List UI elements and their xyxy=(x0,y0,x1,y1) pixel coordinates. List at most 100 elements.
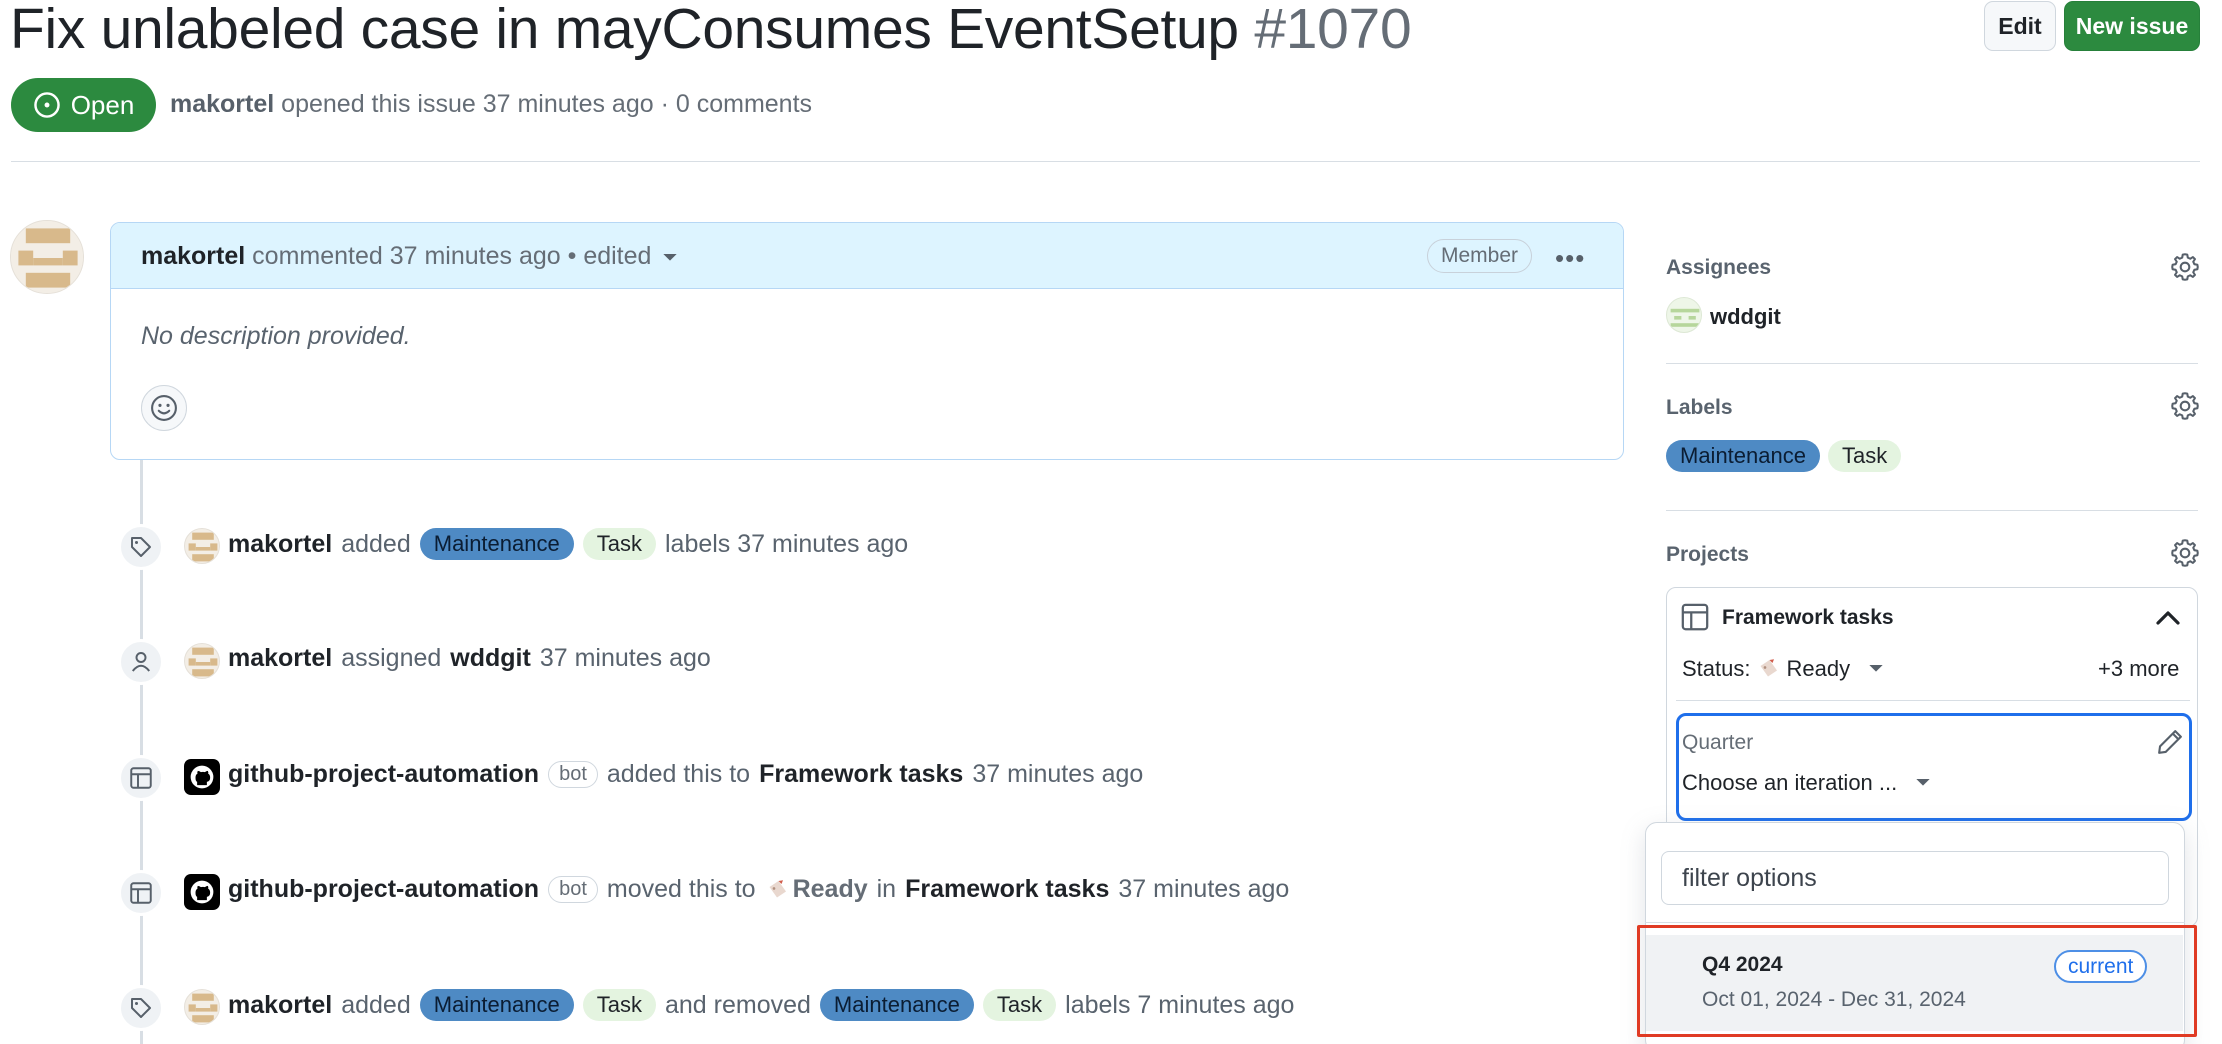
issue-state-label: Open xyxy=(70,89,135,120)
label-task[interactable]: Task xyxy=(582,989,656,1021)
github-logo-icon[interactable] xyxy=(184,759,220,795)
gear-icon[interactable] xyxy=(2170,538,2200,568)
quarter-field[interactable] xyxy=(1676,713,2192,821)
event-time: 37 minutes ago xyxy=(1118,875,1290,903)
label-tag-emoji-icon xyxy=(769,879,786,897)
add-reaction-button[interactable] xyxy=(141,385,187,431)
assignees-heading: Assignees xyxy=(1666,256,1772,279)
labels-heading: Labels xyxy=(1666,396,1733,419)
member-badge: Member xyxy=(1427,239,1533,273)
comment-body: No description provided. xyxy=(141,322,411,350)
project-divider xyxy=(1676,700,2190,701)
kebab-menu-icon[interactable]: ••• xyxy=(1555,243,1585,274)
issue-open-icon xyxy=(33,92,60,118)
event-assignee[interactable]: wddgit xyxy=(450,644,531,673)
event-actor[interactable]: github-project-automation xyxy=(228,875,539,904)
event-time: labels 37 minutes ago xyxy=(664,529,909,558)
quarter-select-value: Choose an iteration ... xyxy=(1682,770,1898,795)
comment-author-link[interactable]: makortel xyxy=(141,242,245,270)
chevron-up-icon[interactable] xyxy=(2156,608,2180,626)
status-label: Status: xyxy=(1682,656,1751,681)
chevron-down-icon[interactable] xyxy=(662,252,678,264)
avatar[interactable] xyxy=(184,528,220,564)
more-fields-link[interactable]: +3 more xyxy=(2098,656,2179,682)
sidebar-label-task[interactable]: Task xyxy=(1827,440,1902,472)
event-action: added xyxy=(341,529,411,558)
github-logo-icon[interactable] xyxy=(184,874,220,910)
quarter-select[interactable]: Choose an iteration ... xyxy=(1682,770,1931,796)
edit-button[interactable]: Edit xyxy=(1984,1,2056,51)
timeline-event-added-to-project: github-project-automation bot added this… xyxy=(228,760,1143,789)
assignee-avatar[interactable] xyxy=(1666,297,1702,333)
status-ready: Ready xyxy=(792,875,868,903)
gear-icon[interactable] xyxy=(2170,391,2200,421)
gear-icon[interactable] xyxy=(2170,252,2200,282)
issue-author-link[interactable]: makortel xyxy=(170,90,274,118)
timeline-event-assigned: makortel assigned wddgit 37 minutes ago xyxy=(228,644,711,673)
issue-meta: makortel opened this issue 37 minutes ag… xyxy=(170,90,812,119)
bot-badge: bot xyxy=(548,876,598,903)
issue-state-badge: Open xyxy=(11,78,156,132)
event-project-link[interactable]: Framework tasks xyxy=(905,875,1109,904)
label-maintenance[interactable]: Maintenance xyxy=(419,989,574,1021)
status-token: Ready xyxy=(765,875,868,904)
label-task[interactable]: Task xyxy=(582,528,656,560)
table-icon xyxy=(118,755,164,801)
event-actor[interactable]: makortel xyxy=(228,644,332,673)
filter-options-input[interactable] xyxy=(1661,851,2169,905)
pencil-icon[interactable] xyxy=(2156,728,2184,756)
event-actor[interactable]: github-project-automation xyxy=(228,760,539,789)
timeline-event-labels-added: makortel added Maintenance Task labels 3… xyxy=(228,528,908,560)
issue-opened-text: opened this issue 37 minutes ago · 0 com… xyxy=(281,90,813,118)
event-action: assigned xyxy=(341,644,442,672)
event-time: 37 minutes ago xyxy=(972,760,1144,788)
highlight-box xyxy=(1637,925,2197,1037)
sidebar-labels: Maintenance Task xyxy=(1666,440,1902,472)
sidebar-divider xyxy=(1666,363,2198,364)
comment-card: makortel commented 37 minutes ago • edit… xyxy=(110,222,1624,460)
project-status-field[interactable]: Status: Ready xyxy=(1682,656,1884,682)
event-connector: and removed xyxy=(664,990,811,1019)
project-name-link[interactable]: Framework tasks xyxy=(1722,606,1894,630)
comment-author-avatar[interactable] xyxy=(10,220,84,294)
issue-title: Fix unlabeled case in mayConsumes EventS… xyxy=(10,0,1412,62)
sidebar-label-maintenance[interactable]: Maintenance xyxy=(1666,440,1820,472)
event-actor[interactable]: makortel xyxy=(228,991,332,1020)
quarter-label: Quarter xyxy=(1682,731,1754,754)
label-maintenance[interactable]: Maintenance xyxy=(419,528,574,560)
tag-icon xyxy=(118,985,164,1031)
event-action: added xyxy=(341,990,411,1019)
event-actor[interactable]: makortel xyxy=(228,530,332,559)
sidebar-divider xyxy=(1666,510,2198,511)
avatar[interactable] xyxy=(184,643,220,679)
label-maintenance[interactable]: Maintenance xyxy=(819,989,974,1021)
dropdown-divider xyxy=(1645,922,2185,923)
table-icon xyxy=(118,870,164,916)
event-time: labels 7 minutes ago xyxy=(1065,990,1295,1019)
bot-badge: bot xyxy=(548,761,598,788)
caret-down-icon xyxy=(1916,779,1930,786)
new-issue-button[interactable]: New issue xyxy=(2064,1,2200,51)
assignee-link[interactable]: wddgit xyxy=(1710,304,1781,330)
caret-down-icon xyxy=(1869,665,1883,672)
label-tag-emoji-icon xyxy=(1760,659,1778,677)
event-connector: in xyxy=(876,875,897,903)
label-task[interactable]: Task xyxy=(982,989,1057,1021)
avatar[interactable] xyxy=(184,989,220,1025)
issue-number: #1070 xyxy=(1254,0,1412,61)
event-action: moved this to xyxy=(606,875,756,903)
timeline-event-moved-status: github-project-automation bot moved this… xyxy=(228,875,1289,904)
header-divider xyxy=(11,161,2200,162)
event-project-link[interactable]: Framework tasks xyxy=(759,760,963,789)
comment-byline: makortel commented 37 minutes ago • edit… xyxy=(141,242,678,271)
comment-header: makortel commented 37 minutes ago • edit… xyxy=(111,223,1623,289)
table-icon xyxy=(1681,603,1709,631)
person-icon xyxy=(118,639,164,685)
tag-icon xyxy=(118,524,164,570)
status-value: Ready xyxy=(1786,656,1851,681)
comment-meta[interactable]: commented 37 minutes ago • edited xyxy=(252,242,651,270)
issue-title-text: Fix unlabeled case in mayConsumes EventS… xyxy=(10,0,1239,61)
timeline-event-labels-changed: makortel added Maintenance Task and remo… xyxy=(228,989,1294,1021)
event-time: 37 minutes ago xyxy=(539,644,711,672)
event-action: added this to xyxy=(606,760,751,788)
